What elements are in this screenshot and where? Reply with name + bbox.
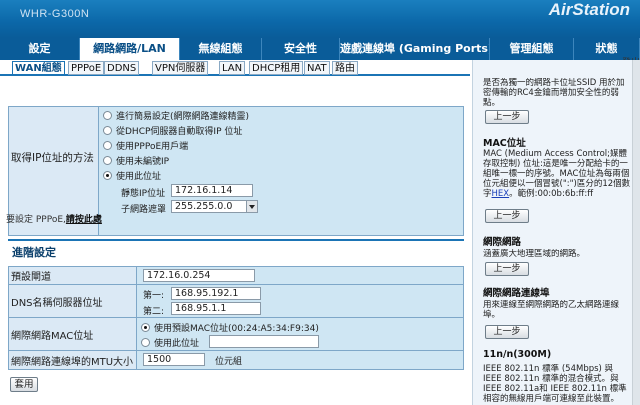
tab-internet-lan[interactable]: 網路網路/LAN — [80, 38, 180, 60]
tab-admin[interactable]: 管理組態 — [490, 38, 574, 60]
mtu-row: 網際網路連線埠的MTU大小 1500 位元組 — [9, 351, 463, 369]
subtab-routing[interactable]: 路由 — [332, 61, 358, 75]
subnet-mask-value: 255.255.0.0 — [175, 201, 233, 212]
help-scrollbar[interactable] — [632, 60, 640, 405]
help-internet-text: 涵蓋廣大地理區域的網路。 — [483, 249, 586, 259]
tab-wireless[interactable]: 無線組態 — [180, 38, 262, 60]
tab-gaming-ports[interactable]: 遊戲連線埠 (Gaming Ports) — [340, 38, 490, 60]
dns-primary-label: 第一: — [143, 291, 165, 301]
mtu-unit: 位元組 — [215, 357, 243, 367]
mtu-value-cell: 1500 位元組 — [137, 351, 463, 369]
subtab-vpn[interactable]: VPN伺服器 — [152, 61, 209, 75]
ip-method-label: 取得IP位址的方法 — [11, 152, 94, 164]
mac-row: 網際網路MAC位址 使用預設MAC位址(00:24:A5:34:F9:34) 使… — [9, 318, 463, 351]
subnet-mask-select[interactable]: 255.255.0.0 — [171, 200, 258, 213]
main-content: 取得IP位址的方法 進行簡易設定(網際網路連線精靈) 從DHCP伺服器自動取得I… — [0, 78, 470, 405]
brand-logo: AirStation — [548, 0, 630, 19]
advanced-settings-title: 進階設定 — [12, 246, 56, 259]
subtab-pppoe[interactable]: PPPoE — [68, 61, 105, 75]
radio-icon[interactable] — [103, 155, 112, 165]
apply-button[interactable]: 套用 — [10, 377, 38, 392]
pppoe-note: 要設定 PPPoE,請按此處 — [6, 212, 102, 225]
help-hex-link[interactable]: HEX — [492, 189, 510, 199]
help-internet-title: 網際網路 — [483, 237, 522, 248]
option-static-address[interactable]: 使用此位址 — [103, 169, 162, 182]
top-header: WHR-G300N AirStation — [0, 0, 640, 38]
option-easy-setup[interactable]: 進行簡易設定(網際網路連線精靈) — [103, 109, 250, 122]
option-pppoe[interactable]: 使用PPPoE用戶端 — [103, 139, 189, 152]
mac-label: 網際網路MAC位址 — [9, 318, 137, 350]
subtab-dhcp[interactable]: DHCP租用 — [249, 61, 304, 75]
option-custom-mac[interactable]: 使用此位址 — [141, 336, 200, 349]
option-label: 使用此位址 — [116, 171, 162, 182]
chevron-down-icon[interactable] — [246, 201, 257, 212]
dns-secondary-label: 第二: — [143, 307, 165, 317]
radio-icon[interactable] — [141, 337, 150, 347]
subtab-nat[interactable]: NAT — [304, 61, 330, 75]
dns-label: DNS名稱伺服器位址 — [9, 285, 137, 317]
dns-row: DNS名稱伺服器位址 第一: 168.95.192.1 第二: 168.95.1… — [9, 285, 463, 318]
option-label: 使用此位址 — [154, 338, 200, 349]
help-11n-text: IEEE 802.11n 標準 (54Mbps) 與 IEEE 802.11n … — [483, 364, 627, 404]
radio-selected-icon[interactable] — [103, 170, 112, 180]
help-panel: 是否為獨一的網路卡位址SSID 用於加密傳輸的RC4金鑰而增加安全性的弱點。 上… — [472, 60, 640, 405]
section-divider — [8, 239, 464, 241]
mtu-input[interactable]: 1500 — [143, 353, 205, 366]
dns-primary-input[interactable]: 168.95.192.1 — [171, 287, 261, 300]
gateway-input[interactable]: 172.16.0.254 — [143, 269, 255, 282]
ip-method-options: 進行簡易設定(網際網路連線精靈) 從DHCP伺服器自動取得IP 位址 使用PPP… — [99, 107, 463, 235]
option-label: 使用未編號IP — [116, 156, 170, 167]
help-internet-port-title: 網際網路連線埠 — [483, 288, 550, 299]
help-up-button[interactable]: 上一步 — [485, 262, 529, 276]
help-top-text: 是否為獨一的網路卡位址SSID 用於加密傳輸的RC4金鑰而增加安全性的弱點。 — [483, 78, 625, 108]
radio-icon[interactable] — [103, 125, 112, 135]
main-nav: 設定 網路網路/LAN 無線組態 安全性 遊戲連線埠 (Gaming Ports… — [0, 38, 640, 60]
static-ip-input[interactable]: 172.16.1.14 — [171, 184, 253, 197]
gateway-value-cell: 172.16.0.254 — [137, 267, 463, 284]
gateway-label: 預設閘道 — [9, 267, 137, 284]
radio-icon[interactable] — [103, 110, 112, 120]
subtab-ddns[interactable]: DDNS — [104, 61, 140, 75]
option-dhcp[interactable]: 從DHCP伺服器自動取得IP 位址 — [103, 124, 243, 137]
option-label: 進行簡易設定(網際網路連線精靈) — [116, 111, 250, 122]
model-name: WHR-G300N — [20, 8, 90, 20]
tab-security[interactable]: 安全性 — [262, 38, 340, 60]
help-up-button[interactable]: 上一步 — [485, 325, 529, 339]
pppoe-note-text: 要設定 PPPoE, — [6, 215, 66, 225]
help-mac-example: 。範例:00:0b:6b:ff:ff — [509, 189, 594, 199]
static-ip-label: 靜態IP位址 — [121, 189, 166, 199]
advanced-settings-table: 預設閘道 172.16.0.254 DNS名稱伺服器位址 第一: 168.95.… — [8, 266, 464, 370]
radio-selected-icon[interactable] — [141, 322, 150, 332]
gateway-row: 預設閘道 172.16.0.254 — [9, 267, 463, 285]
mtu-label: 網際網路連線埠的MTU大小 — [9, 351, 137, 369]
pppoe-link[interactable]: 請按此處 — [66, 215, 102, 225]
help-mac-title: MAC位址 — [483, 138, 526, 149]
option-unnumbered-ip[interactable]: 使用未編號IP — [103, 154, 170, 167]
help-internet-port-text: 用來連線至網際網路的乙太網路連線埠。 — [483, 300, 620, 320]
subnet-mask-label: 子網路遮罩 — [121, 205, 167, 215]
subtab-lan[interactable]: LAN — [219, 61, 246, 75]
dns-secondary-input[interactable]: 168.95.1.1 — [171, 302, 261, 315]
option-label: 使用預設MAC位址(00:24:A5:34:F9:34) — [154, 323, 319, 334]
help-content: 是否為獨一的網路卡位址SSID 用於加密傳輸的RC4金鑰而增加安全性的弱點。 上… — [473, 60, 633, 405]
option-label: 從DHCP伺服器自動取得IP 位址 — [116, 126, 243, 137]
radio-icon[interactable] — [103, 140, 112, 150]
subtab-wan[interactable]: WAN組態 — [12, 61, 65, 75]
mac-value-cell: 使用預設MAC位址(00:24:A5:34:F9:34) 使用此位址 — [137, 318, 463, 350]
custom-mac-input[interactable] — [209, 335, 319, 348]
option-label: 使用PPPoE用戶端 — [116, 141, 189, 152]
help-up-button[interactable]: 上一步 — [485, 110, 529, 124]
tab-setup[interactable]: 設定 — [0, 38, 80, 60]
sub-nav: WAN組態 PPPoE DDNS VPN伺服器 LAN DHCP租用 NAT 路… — [0, 60, 470, 76]
help-up-button[interactable]: 上一步 — [485, 209, 529, 223]
dns-value-cell: 第一: 168.95.192.1 第二: 168.95.1.1 — [137, 285, 463, 317]
help-mac-text: MAC (Medium Access Control;媒體存取控制) 位址:這是… — [483, 149, 631, 201]
help-11n-title: 11n/n(300M) — [483, 349, 552, 360]
option-default-mac[interactable]: 使用預設MAC位址(00:24:A5:34:F9:34) — [141, 321, 319, 334]
